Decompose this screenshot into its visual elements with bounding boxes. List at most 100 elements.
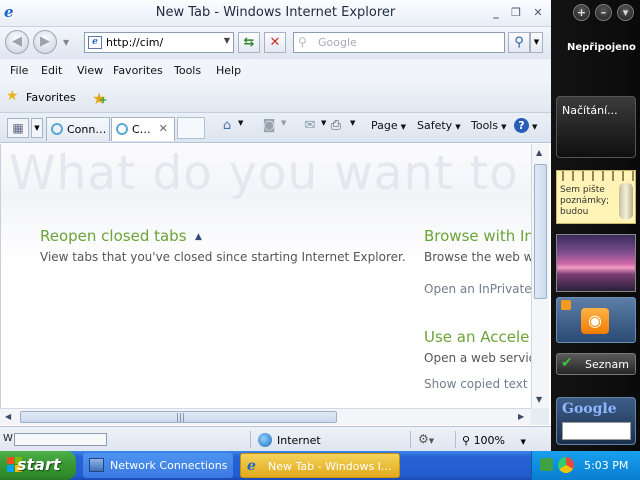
network-tray-icon[interactable] <box>540 458 553 471</box>
url-input[interactable] <box>106 35 216 50</box>
back-button[interactable]: ◀ <box>5 30 29 54</box>
status-divider <box>455 431 456 448</box>
reopen-closed-tabs-link[interactable]: Reopen closed tabs <box>40 227 187 245</box>
safety-menu[interactable]: Safety ▼ <box>417 119 461 137</box>
taskbar-item-internet-explorer[interactable]: e New Tab - Windows I... <box>240 453 400 478</box>
security-zone: Internet <box>277 434 321 447</box>
home-dropdown[interactable]: ▼ <box>238 119 243 137</box>
mail-icon[interactable]: ✉ <box>301 118 319 136</box>
page-menu-label: Page <box>371 119 398 132</box>
minimize-button[interactable]: _ <box>490 7 502 19</box>
taskbar-item-network-connections[interactable]: Network Connections <box>83 453 233 478</box>
search-input[interactable] <box>318 35 498 50</box>
scroll-left-icon[interactable]: ◀ <box>5 412 11 421</box>
url-dropdown-icon[interactable]: ▼ <box>224 36 230 45</box>
accelerator-heading: Use an Accele <box>424 328 530 346</box>
refresh-button[interactable]: ⇆ <box>238 32 260 53</box>
mail-dropdown[interactable]: ▼ <box>321 119 326 137</box>
status-bar: W Internet ⚙▼ ⚲ 100% ▼ <box>0 426 551 451</box>
help-menu[interactable]: ? ▼ <box>514 118 537 136</box>
ie-icon: e <box>247 458 256 474</box>
recent-pages-dropdown[interactable]: ▼ <box>63 38 69 47</box>
google-search-gadget: Google <box>556 397 636 445</box>
start-button[interactable]: start <box>0 451 76 480</box>
quick-tabs-icon[interactable]: ▦ <box>7 118 29 138</box>
slideshow-gadget[interactable] <box>556 234 636 292</box>
zoom-value: 100% <box>473 434 506 447</box>
loading-icon <box>116 123 128 135</box>
status-divider <box>250 431 251 448</box>
scroll-up-icon[interactable]: ▲ <box>536 148 542 157</box>
search-box[interactable]: ⚲ <box>293 32 505 53</box>
browse-description: Browse the web wi <box>424 250 531 264</box>
tools-menu[interactable]: Tools ▼ <box>471 119 507 137</box>
system-tray: 5:03 PM <box>531 451 640 480</box>
feed-gadget[interactable]: ◉ <box>556 297 636 343</box>
zoom-level[interactable]: ⚲ 100% ▼ <box>462 434 526 447</box>
maximize-button[interactable]: ❐ <box>510 7 522 19</box>
page-icon: e <box>88 36 102 49</box>
feeds-icon[interactable]: ◙ <box>260 118 278 136</box>
menu-file[interactable]: File <box>10 64 28 77</box>
favorites-star-icon: ★ <box>6 88 19 104</box>
collapse-caret-icon[interactable]: ▲ <box>195 232 202 242</box>
loading-text: Načítání... <box>562 104 618 117</box>
search-provider-icon: ⚲ <box>298 35 307 49</box>
new-tab-page: What do you want to Reopen closed tabs ▲… <box>0 144 531 408</box>
menu-tools[interactable]: Tools <box>174 64 201 77</box>
feeds-dropdown[interactable]: ▼ <box>281 119 286 137</box>
horizontal-scroll-thumb[interactable]: ||| <box>20 411 337 423</box>
forward-button[interactable]: ▶ <box>33 30 57 54</box>
clock[interactable]: 5:03 PM <box>584 459 628 472</box>
home-icon[interactable]: ⌂ <box>218 118 236 136</box>
scroll-corner <box>531 408 549 425</box>
options-dropdown-icon[interactable]: ▾ <box>617 4 634 21</box>
tab-close-icon[interactable]: ✕ <box>159 122 168 135</box>
protected-mode-icon[interactable]: ⚙▼ <box>418 432 434 446</box>
status-divider <box>410 431 411 448</box>
new-tab-button[interactable] <box>177 117 205 139</box>
tab-connections[interactable]: Conn… <box>46 117 110 141</box>
add-to-favorites-icon[interactable]: ★ + <box>92 89 107 108</box>
progress-bar <box>14 433 107 446</box>
vertical-scrollbar[interactable]: ▲ ▼ <box>531 144 549 408</box>
print-dropdown[interactable]: ▼ <box>350 119 355 137</box>
tab-list-dropdown[interactable]: ▼ <box>31 118 43 138</box>
scroll-down-icon[interactable]: ▼ <box>536 395 542 404</box>
google-search-input[interactable] <box>562 422 631 440</box>
vertical-scroll-thumb[interactable] <box>534 164 547 299</box>
title-bar: e New Tab - Windows Internet Explorer _ … <box>0 0 551 27</box>
previous-icon[interactable]: – <box>595 4 612 21</box>
print-icon[interactable]: ⎙ <box>327 118 345 136</box>
page-menu[interactable]: Page ▼ <box>371 119 406 137</box>
stop-button[interactable]: ✕ <box>264 32 286 53</box>
search-options-dropdown[interactable]: ▼ <box>530 32 543 53</box>
close-button[interactable]: ✕ <box>532 7 544 19</box>
menu-edit[interactable]: Edit <box>41 64 62 77</box>
task-label: Network Connections <box>110 459 228 472</box>
menu-help[interactable]: Help <box>216 64 241 77</box>
notes-gadget[interactable]: Sem pište poznámky; budou <box>556 170 636 224</box>
horizontal-scrollbar[interactable]: ◀ ||| ▶ <box>0 408 531 425</box>
add-gadget-icon[interactable]: + <box>573 4 590 21</box>
menu-favorites[interactable]: Favorites <box>113 64 163 77</box>
windows-sidebar: + – ▾ Nepřipojeno <box>551 0 640 452</box>
url-box[interactable]: e ▼ <box>84 32 234 53</box>
notes-text[interactable]: Sem pište poznámky; budou <box>560 185 616 218</box>
menu-bar: File Edit View Favorites Tools Help <box>0 59 551 83</box>
sidebar-tray-icon[interactable] <box>558 457 574 473</box>
seznam-label: Seznam <box>585 358 629 371</box>
show-copied-text-link[interactable]: Show copied text <box>424 377 528 391</box>
seznam-gadget[interactable]: ✔ Seznam <box>556 353 636 375</box>
notepad-rings <box>557 171 635 181</box>
grip-icon: ||| <box>176 413 186 423</box>
menu-view[interactable]: View <box>77 64 103 77</box>
open-inprivate-link[interactable]: Open an InPrivate <box>424 282 531 296</box>
google-logo: Google <box>562 401 617 417</box>
loading-gadget[interactable]: Načítání... <box>556 96 636 158</box>
address-bar: ◀ ▶ ▼ e ▼ ⇆ ✕ ⚲ ⚲ ▼ <box>0 27 551 59</box>
search-button[interactable]: ⚲ <box>508 32 530 53</box>
scroll-right-icon[interactable]: ▶ <box>518 412 524 421</box>
hero-heading: What do you want to <box>9 146 519 201</box>
tab-current[interactable]: C… ✕ <box>111 117 175 141</box>
